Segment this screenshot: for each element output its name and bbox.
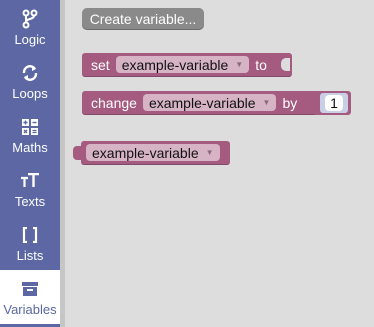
- flyout-divider: [60, 0, 65, 327]
- variable-name: example-variable: [121, 56, 229, 73]
- output-tab: [73, 146, 81, 160]
- sidebar-item-texts[interactable]: Texts: [0, 162, 60, 216]
- variables-icon: [22, 278, 38, 300]
- number-input[interactable]: 1: [325, 95, 343, 111]
- texts-icon: [20, 170, 40, 192]
- sidebar-item-variables[interactable]: Variables: [0, 270, 60, 324]
- block-keyword: change: [91, 94, 137, 111]
- lists-icon: [22, 224, 38, 246]
- variable-dropdown[interactable]: example-variable ▼: [115, 56, 250, 73]
- create-variable-button[interactable]: Create variable...: [82, 8, 204, 29]
- sidebar-item-label: Texts: [14, 193, 46, 209]
- block-keyword: to: [255, 56, 267, 73]
- number-block[interactable]: 1: [320, 93, 348, 113]
- sidebar-item-label: Loops: [12, 85, 48, 101]
- variable-dropdown[interactable]: example-variable ▼: [142, 94, 277, 111]
- sidebar-item-label: Variables: [3, 301, 57, 317]
- variable-name: example-variable: [92, 144, 199, 161]
- sidebar-item-lists[interactable]: Lists: [0, 216, 60, 270]
- input-socket: [281, 58, 290, 71]
- sidebar-item-label: Maths: [12, 139, 48, 155]
- dropdown-arrow-icon: ▼: [205, 148, 214, 157]
- sidebar-item-logic[interactable]: Logic: [0, 0, 60, 54]
- get-variable-block[interactable]: example-variable ▼: [81, 141, 230, 165]
- sidebar-item-loops[interactable]: Loops: [0, 54, 60, 108]
- sidebar-item-label: Lists: [16, 247, 44, 263]
- dropdown-arrow-icon: ▼: [235, 60, 244, 69]
- variable-name: example-variable: [148, 94, 256, 111]
- logic-icon: [22, 8, 38, 30]
- sidebar-item-label: Logic: [14, 31, 46, 47]
- dropdown-arrow-icon: ▼: [262, 98, 271, 107]
- set-variable-block[interactable]: set example-variable ▼ to: [82, 53, 292, 77]
- block-keyword: set: [91, 56, 110, 73]
- toolbox-sidebar: Logic Loops Maths Texts Lists Variables: [0, 0, 60, 327]
- loops-icon: [21, 62, 39, 84]
- block-keyword: by: [282, 94, 298, 111]
- maths-icon: [21, 116, 39, 138]
- sidebar-item-maths[interactable]: Maths: [0, 108, 60, 162]
- change-variable-block[interactable]: change example-variable ▼ by: [82, 91, 322, 115]
- variable-dropdown[interactable]: example-variable ▼: [86, 144, 220, 161]
